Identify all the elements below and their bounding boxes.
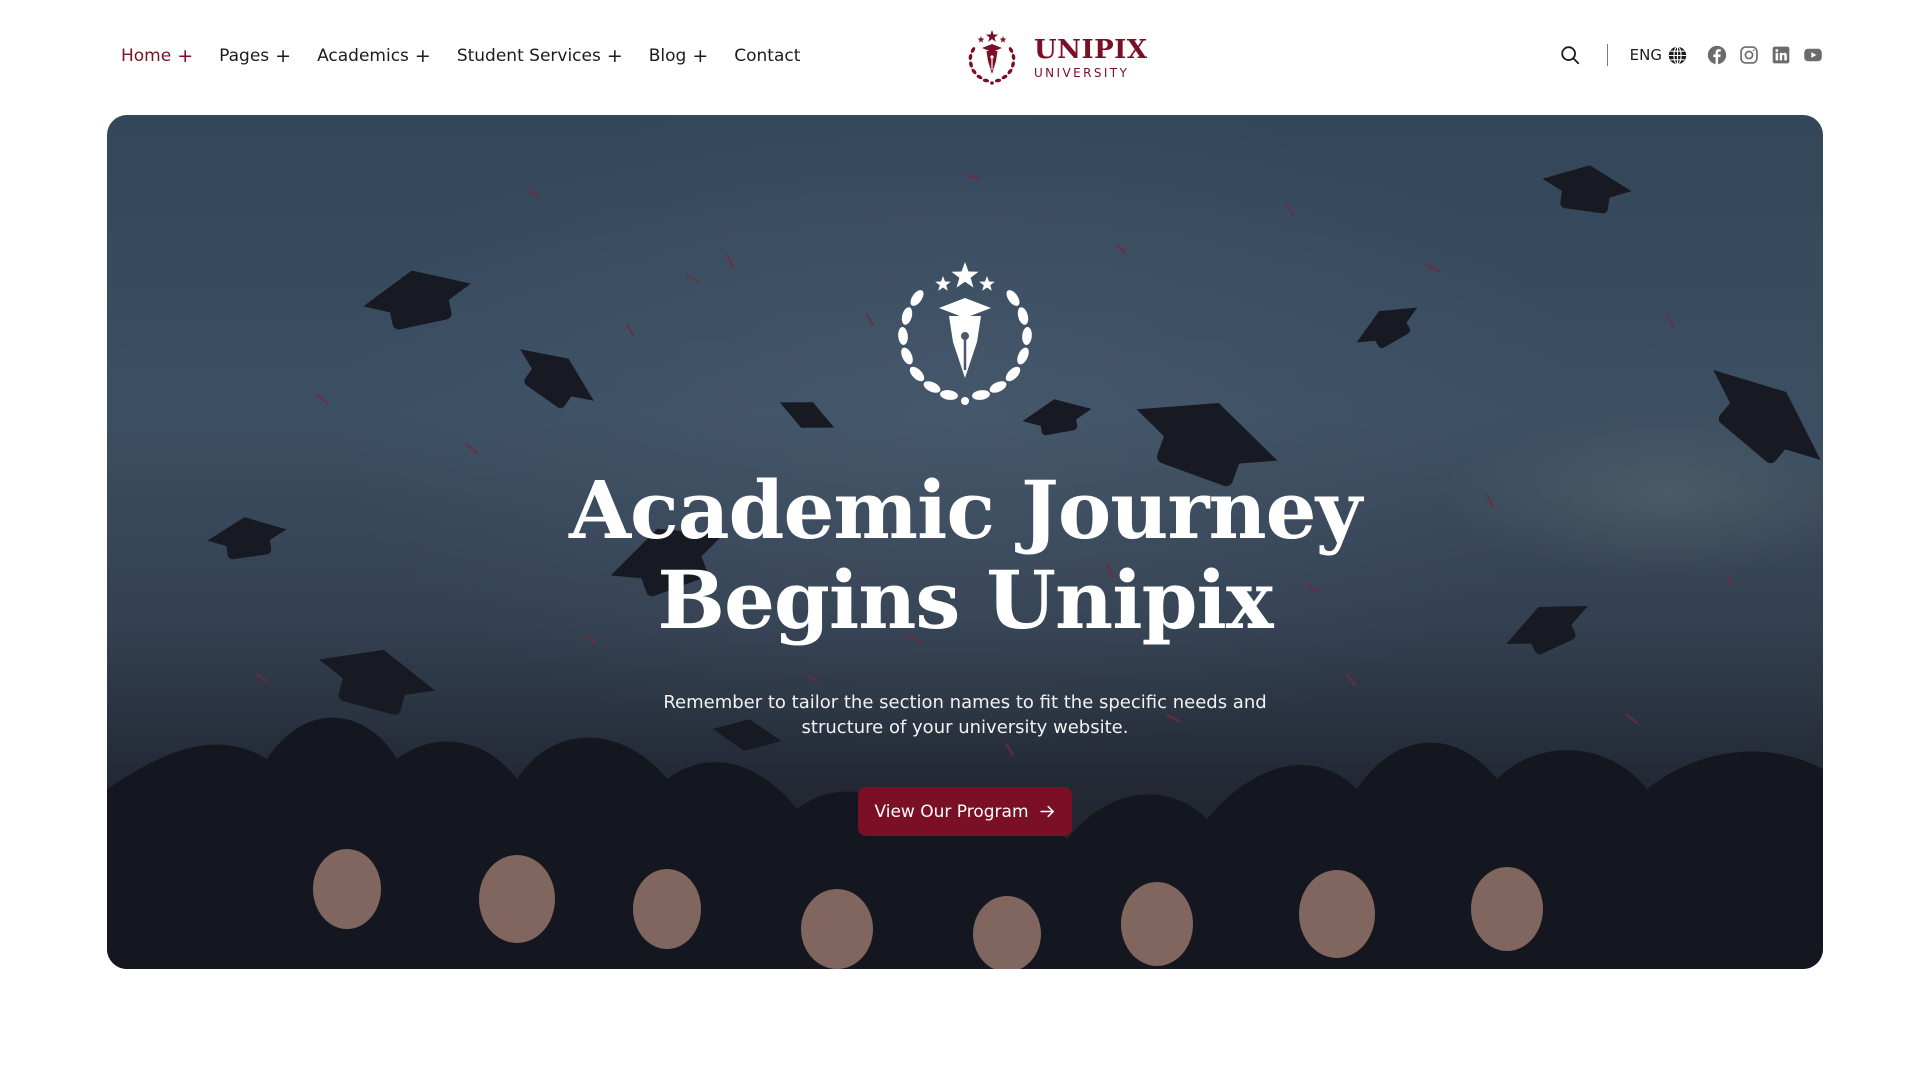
nav-item-pages[interactable]: Pages +	[219, 46, 291, 66]
nav-item-home[interactable]: Home +	[121, 46, 193, 66]
youtube-link[interactable]	[1803, 45, 1823, 65]
pen-nib-laurel-crest-icon	[898, 262, 1032, 405]
main-nav: Home + Pages + Academics + Student Servi…	[121, 46, 800, 66]
nav-item-contact[interactable]: Contact	[734, 46, 800, 66]
hero-title-line-2: Begins Unipix	[657, 553, 1273, 647]
hero-title-line-1: Academic Journey	[568, 463, 1362, 557]
search-icon	[1560, 46, 1579, 65]
nav-item-label: Contact	[734, 46, 801, 66]
logo-name: UNIPIX	[1034, 34, 1148, 65]
nav-item-label: Student Services	[456, 46, 601, 66]
arrow-right-icon	[1039, 805, 1054, 818]
instagram-link[interactable]	[1739, 45, 1759, 65]
nav-item-academics[interactable]: Academics +	[317, 46, 431, 66]
hero-subtitle-line-1: Remember to tailor the section names to …	[663, 692, 1267, 713]
view-program-button[interactable]: View Our Program	[858, 787, 1072, 836]
hero-subtitle-line-2: structure of your university website.	[801, 717, 1129, 738]
plus-icon: +	[414, 45, 431, 67]
nav-item-label: Pages	[219, 46, 270, 66]
social-links	[1707, 45, 1823, 65]
pen-nib-laurel-crest-icon	[968, 30, 1016, 85]
header-tools: ENG	[1559, 44, 1823, 66]
nav-item-label: Blog	[648, 46, 687, 66]
logo-subtitle: UNIVERSITY	[1034, 65, 1130, 80]
nav-item-label: Home	[121, 46, 172, 66]
logo-text: UNIPIX UNIVERSITY	[1034, 36, 1148, 81]
search-button[interactable]	[1559, 44, 1581, 66]
youtube-icon	[1804, 48, 1822, 62]
facebook-link[interactable]	[1707, 45, 1727, 65]
hero-subtitle: Remember to tailor the section names to …	[565, 690, 1365, 740]
site-header: Home + Pages + Academics + Student Servi…	[0, 0, 1920, 115]
site-logo[interactable]: UNIPIX UNIVERSITY	[962, 28, 1148, 88]
nav-item-student-services[interactable]: Student Services +	[457, 46, 623, 66]
nav-item-blog[interactable]: Blog +	[649, 46, 709, 66]
linkedin-icon	[1772, 46, 1790, 64]
header-divider	[1606, 44, 1608, 66]
hero-content: Academic Journey Begins Unipix Remember …	[107, 115, 1823, 969]
globe-icon	[1668, 45, 1687, 65]
hero-title: Academic Journey Begins Unipix	[365, 465, 1565, 645]
plus-icon: +	[177, 45, 194, 67]
hero-banner: Academic Journey Begins Unipix Remember …	[107, 115, 1823, 969]
plus-icon: +	[606, 45, 623, 67]
instagram-icon	[1740, 46, 1758, 64]
facebook-icon	[1707, 45, 1727, 65]
plus-icon: +	[692, 45, 709, 67]
plus-icon: +	[275, 45, 292, 67]
linkedin-link[interactable]	[1771, 45, 1791, 65]
language-selector[interactable]: ENG	[1629, 45, 1687, 65]
view-program-button-label: View Our Program	[874, 801, 1029, 822]
language-label: ENG	[1629, 46, 1662, 64]
nav-item-label: Academics	[317, 46, 409, 66]
